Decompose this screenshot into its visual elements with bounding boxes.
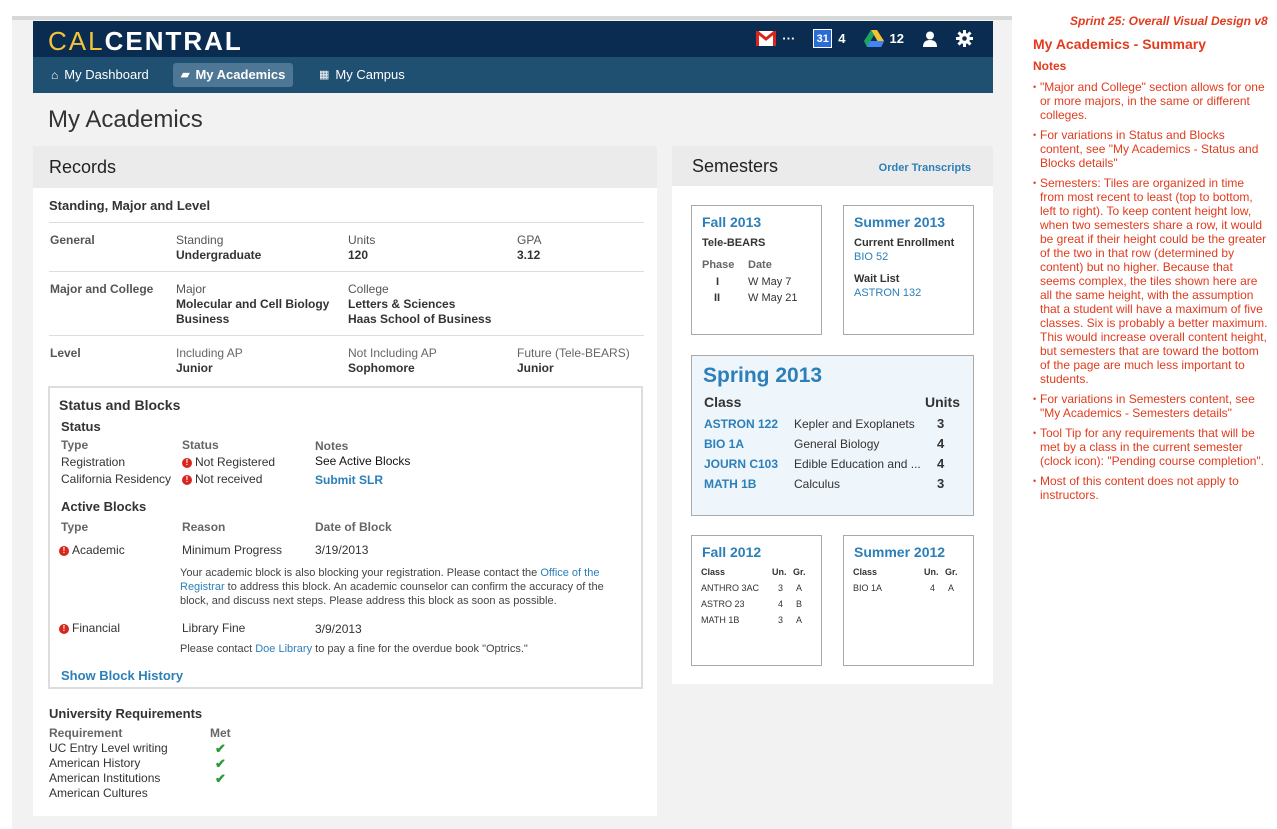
standing-section-title: Standing, Major and Level bbox=[49, 198, 211, 213]
residency-status: ! Not received bbox=[182, 472, 262, 486]
nav-my-dashboard[interactable]: ⌂ My Dashboard bbox=[43, 63, 157, 87]
user-icon bbox=[923, 31, 937, 47]
alert-icon: ! bbox=[182, 474, 192, 485]
requirement-row: American History ✔ bbox=[49, 756, 226, 771]
notes-heading: My Academics - Summary bbox=[1033, 36, 1206, 52]
alert-icon: ! bbox=[182, 457, 192, 468]
book-icon: ▰ bbox=[181, 69, 190, 81]
note-item: Semesters: Tiles are organized in time f… bbox=[1033, 176, 1268, 386]
gear-icon bbox=[956, 30, 973, 47]
mail-badge: ··· bbox=[782, 31, 796, 46]
standing-value: Undergraduate bbox=[176, 248, 262, 262]
requirement-row: American Institutions ✔ bbox=[49, 771, 226, 786]
nav-bar: ⌂ My Dashboard ▰ My Academics ▦ My Campu… bbox=[33, 57, 993, 93]
class-link[interactable]: MATH 1B bbox=[704, 477, 756, 491]
general-row: General Standing Undergraduate Units 120 G… bbox=[50, 233, 542, 262]
level-row: Level Including AP Junior Not Including A… bbox=[50, 346, 630, 375]
note-item: Most of this content does not apply to i… bbox=[1033, 474, 1268, 502]
requirement-row: American Cultures bbox=[49, 786, 148, 800]
alert-icon: ! bbox=[59, 623, 69, 634]
order-transcripts-link[interactable]: Order Transcripts bbox=[879, 162, 971, 174]
check-icon: ✔ bbox=[215, 741, 226, 756]
class-link[interactable]: BIO 52 bbox=[854, 251, 888, 263]
semester-tile-summer-2013[interactable]: Summer 2013 Current Enrollment BIO 52 Wa… bbox=[843, 205, 974, 335]
gpa-value: 3.12 bbox=[517, 248, 541, 262]
semesters-title: Semesters bbox=[692, 156, 779, 176]
sprint-label: Sprint 25: Overall Visual Design v8 bbox=[1070, 14, 1268, 28]
registration-note: See Active Blocks bbox=[315, 454, 411, 468]
calendar-icon: 31 bbox=[813, 29, 833, 48]
drive-badge: 12 bbox=[889, 31, 904, 46]
status-blocks-box: Status and Blocks Status Type Status Not… bbox=[48, 386, 643, 689]
note-item: Tool Tip for any requirements that will … bbox=[1033, 426, 1268, 468]
page-title: My Academics bbox=[48, 106, 203, 133]
records-panel: Records Standing, Major and Level Genera… bbox=[33, 146, 657, 816]
academic-block-message: Your academic block is also blocking you… bbox=[180, 567, 604, 607]
semester-tile-spring-2013[interactable]: Spring 2013 Class Units ASTRON 122 Keple… bbox=[691, 355, 974, 516]
semester-tile-summer-2012[interactable]: Summer 2012 Class Un. Gr. BIO 1A 4 A bbox=[843, 535, 974, 666]
calendar-button[interactable]: 31 4 bbox=[813, 29, 846, 48]
alert-icon: ! bbox=[59, 545, 69, 556]
requirement-row: UC Entry Level writing ✔ bbox=[49, 741, 226, 756]
major-college-row: Major and College Major Molecular and Cel… bbox=[50, 282, 492, 326]
check-icon: ✔ bbox=[215, 756, 226, 771]
registrar-link[interactable]: Office of the bbox=[540, 567, 599, 579]
home-icon: ⌂ bbox=[51, 68, 59, 82]
semester-tile-fall-2012[interactable]: Fall 2012 Class Un. Gr. ANTHRO 3AC 3 A A… bbox=[691, 535, 822, 666]
calendar-badge: 4 bbox=[838, 31, 846, 46]
submit-slr-link[interactable]: Submit SLR bbox=[315, 473, 383, 487]
note-item: For variations in Status and Blocks cont… bbox=[1033, 128, 1268, 170]
nav-my-campus[interactable]: ▦ My Campus bbox=[311, 63, 413, 87]
note-item: "Major and College" section allows for o… bbox=[1033, 80, 1268, 122]
class-link[interactable]: BIO 1A bbox=[704, 437, 744, 451]
calcentral-logo[interactable]: CALCENTRAL bbox=[48, 26, 243, 57]
academic-block: ! Academic bbox=[59, 543, 125, 557]
grid-icon: ▦ bbox=[319, 69, 330, 81]
financial-block: ! Financial bbox=[59, 621, 120, 635]
class-link[interactable]: ASTRON 122 bbox=[704, 417, 778, 431]
drive-icon bbox=[863, 30, 884, 47]
financial-block-message: Please contact Doe Library to pay a fine… bbox=[180, 643, 528, 655]
mail-icon bbox=[756, 31, 777, 46]
class-link[interactable]: ASTRON 132 bbox=[854, 287, 921, 299]
units-value: 120 bbox=[348, 248, 369, 262]
registration-status: ! Not Registered bbox=[182, 455, 275, 469]
doe-library-link[interactable]: Doe Library bbox=[255, 643, 312, 655]
class-link[interactable]: JOURN C103 bbox=[704, 457, 778, 471]
records-title: Records bbox=[33, 146, 657, 188]
university-requirements: University Requirements Requirement Met U… bbox=[49, 706, 349, 801]
nav-my-academics[interactable]: ▰ My Academics bbox=[173, 63, 294, 87]
drive-button[interactable]: 12 bbox=[863, 30, 904, 47]
registrar-link[interactable]: Registrar bbox=[180, 581, 225, 593]
top-bar: CALCENTRAL ··· 31 4 12 bbox=[33, 21, 993, 57]
profile-button[interactable] bbox=[922, 31, 938, 47]
note-item: For variations in Semesters content, see… bbox=[1033, 392, 1268, 420]
settings-button[interactable] bbox=[956, 30, 973, 47]
semester-tile-fall-2013[interactable]: Fall 2013 Tele-BEARS Phase Date I W May … bbox=[691, 205, 822, 335]
show-block-history-link[interactable]: Show Block History bbox=[61, 668, 183, 683]
semesters-panel: Semesters Order Transcripts Fall 2013 Te… bbox=[672, 146, 993, 684]
mail-button[interactable]: ··· bbox=[756, 31, 795, 46]
check-icon: ✔ bbox=[215, 771, 226, 786]
notes-label: Notes bbox=[1033, 59, 1067, 73]
